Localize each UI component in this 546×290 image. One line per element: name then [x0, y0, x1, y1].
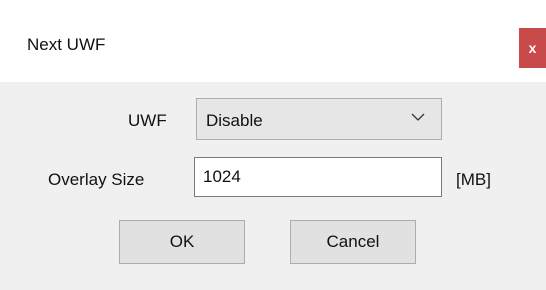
overlay-size-label: Overlay Size	[48, 170, 145, 189]
uwf-select-value: Disable	[206, 111, 263, 130]
overlay-unit-label: [MB]	[456, 170, 491, 189]
chevron-down-icon	[411, 113, 425, 121]
dialog-content: UWF Disable Overlay Size [MB] OK Cancel	[0, 82, 546, 290]
close-button[interactable]: x	[519, 28, 546, 68]
ok-button[interactable]: OK	[119, 220, 245, 264]
close-icon: x	[528, 40, 537, 56]
window-title: Next UWF	[27, 35, 106, 54]
uwf-label: UWF	[128, 111, 167, 130]
uwf-select[interactable]: Disable	[196, 98, 442, 140]
next-uwf-dialog: Next UWF x UWF Disable Overlay Size [MB]…	[0, 8, 546, 290]
title-bar: Next UWF x	[0, 8, 546, 82]
overlay-size-input[interactable]	[194, 157, 442, 197]
cancel-button[interactable]: Cancel	[290, 220, 416, 264]
